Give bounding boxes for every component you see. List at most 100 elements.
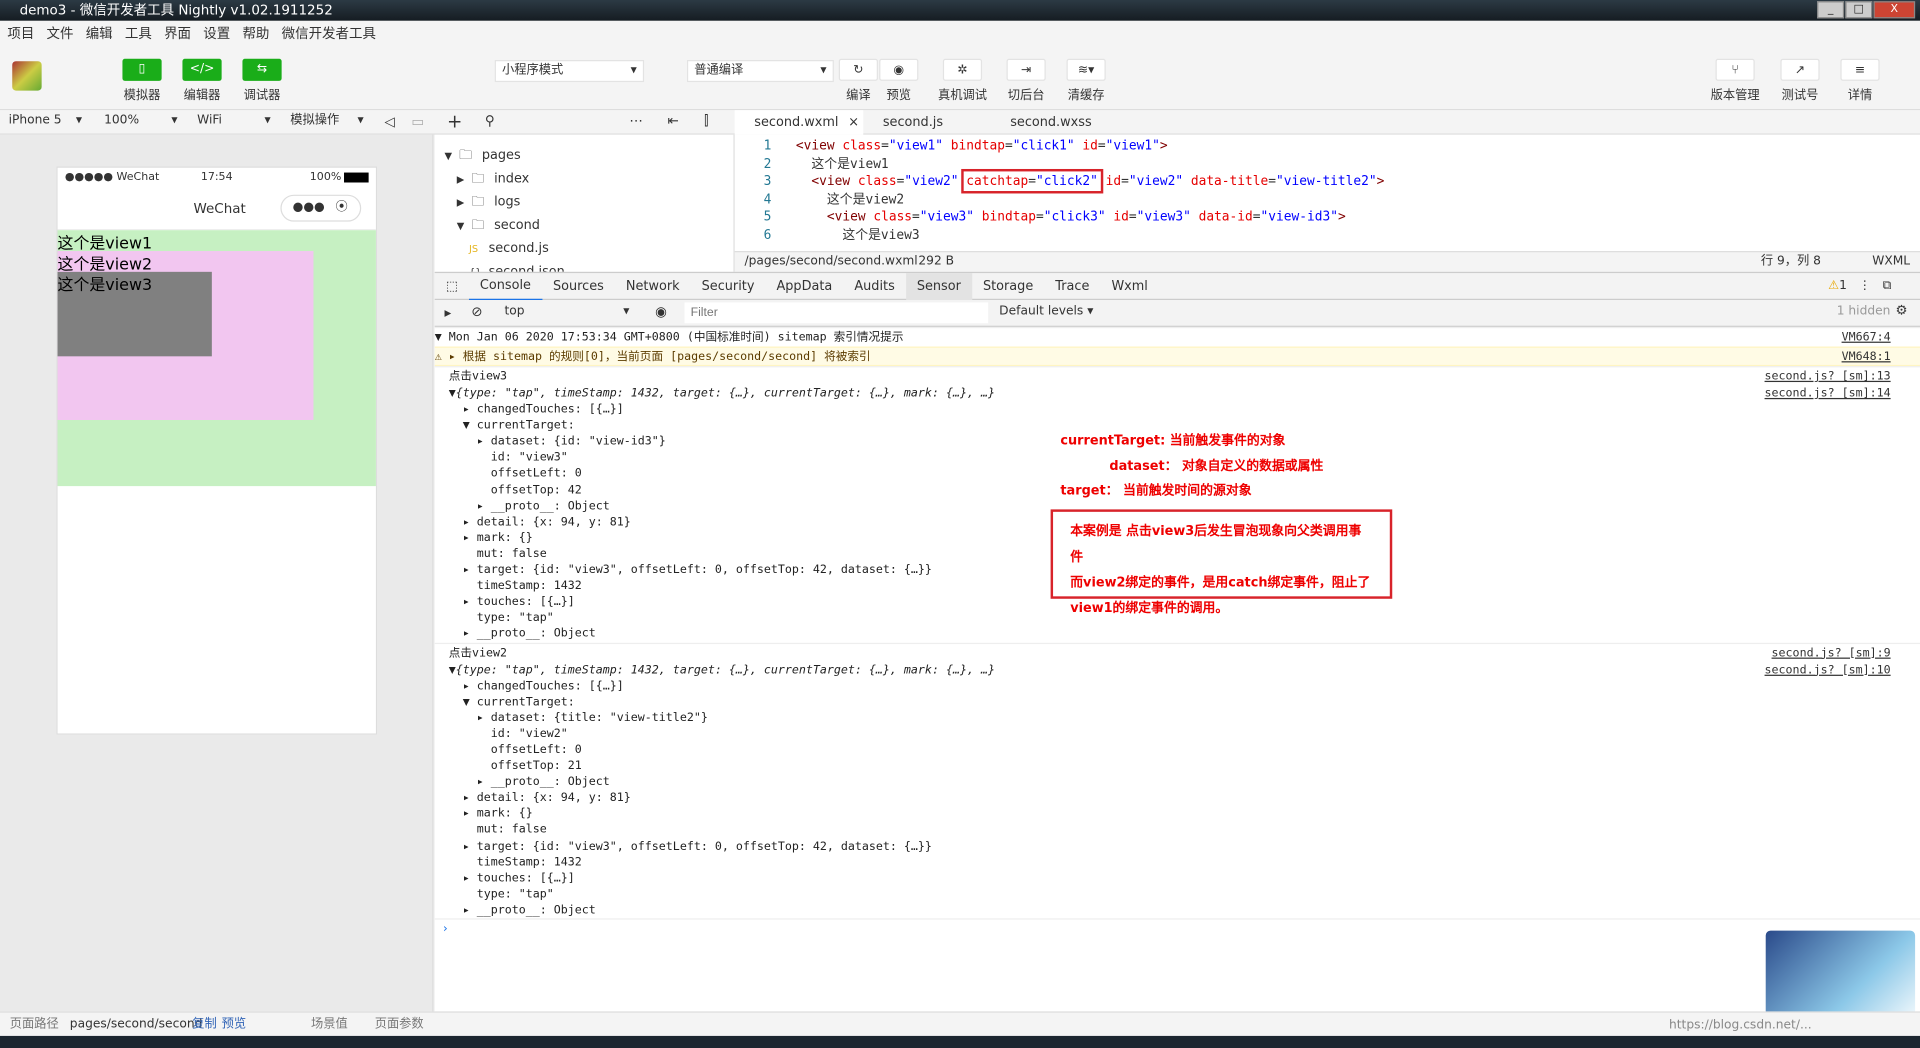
compile-mode-select[interactable]: 普通编译: [686, 60, 834, 83]
editor-tab[interactable]: second.js: [863, 110, 990, 134]
source-link[interactable]: second.js? [sm]:10: [1765, 662, 1891, 678]
devtools-tab-console[interactable]: Console: [468, 271, 542, 301]
zoom-select[interactable]: 100%: [98, 111, 184, 133]
context-select[interactable]: top: [498, 302, 635, 324]
clear-console-icon[interactable]: ⊘: [471, 304, 482, 320]
devtools-tab-storage[interactable]: Storage: [972, 272, 1044, 299]
test-account-button[interactable]: ↗ 测试号: [1769, 47, 1830, 103]
view2[interactable]: 这个是view2 这个是view3: [57, 251, 314, 421]
devtools-tab-security[interactable]: Security: [691, 272, 766, 299]
menu-item[interactable]: 文件: [47, 21, 74, 47]
warning-count[interactable]: ⚠1 ⋮ ⧉: [1828, 279, 1891, 292]
editor-tab[interactable]: second.wxml ×: [734, 110, 864, 135]
console-line[interactable]: ▸ detail: {x: 94, y: 81}: [435, 790, 1920, 806]
tree-item[interactable]: ▼ 🗀 second: [435, 214, 734, 237]
devtools-tab-wxml[interactable]: Wxml: [1100, 272, 1158, 299]
console-line[interactable]: ▸ dataset: {title: "view-title2"}: [435, 710, 1920, 726]
console-line[interactable]: timeStamp: 1432: [435, 854, 1920, 870]
console-line[interactable]: ▸ __proto__: Object: [435, 774, 1920, 790]
menu-item[interactable]: 编辑: [86, 21, 113, 47]
split-icon[interactable]: ⫿: [704, 113, 708, 130]
menu-item[interactable]: 帮助: [242, 21, 269, 47]
capsule-button[interactable]: ●●● ⦿: [280, 194, 362, 222]
network-select[interactable]: WiFi: [191, 111, 277, 133]
console-line[interactable]: 点击view3 second.js? [sm]:13: [434, 366, 1920, 387]
devtools-tab-sources[interactable]: Sources: [542, 272, 615, 299]
console-line[interactable]: ›: [434, 918, 1920, 938]
simulator-button[interactable]: ▯ 模拟器: [111, 47, 172, 103]
source-link[interactable]: second.js? [sm]:14: [1765, 386, 1891, 402]
editor-button[interactable]: </> 编辑器: [171, 47, 232, 103]
source-link[interactable]: second.js? [sm]:13: [1765, 367, 1891, 387]
console-line[interactable]: ▼ Mon Jan 06 2020 17:53:34 GMT+0800 (中国标…: [434, 326, 1920, 348]
console-line[interactable]: mut: false: [435, 822, 1920, 838]
filter-input[interactable]: [684, 302, 989, 324]
real-debug-button[interactable]: ✲ 真机调试: [932, 47, 993, 103]
devtools-tab-sensor[interactable]: Sensor: [905, 272, 972, 300]
console-line[interactable]: ⚠ ▸ 根据 sitemap 的规则[0]，当前页面 [pages/second…: [434, 346, 1920, 368]
page-params[interactable]: 页面参数: [375, 1013, 424, 1036]
console-line[interactable]: type: "tap": [435, 886, 1920, 902]
tree-item[interactable]: JS second.js: [435, 238, 734, 261]
volume-icon[interactable]: ◁: [384, 114, 394, 130]
copy-link[interactable]: 复制: [192, 1013, 216, 1036]
view3[interactable]: 这个是view3: [57, 271, 212, 357]
clear-cache-button[interactable]: ≋▾ 清缓存: [1056, 47, 1117, 103]
operation-select[interactable]: 模拟操作: [284, 111, 370, 133]
menu-item[interactable]: 界面: [164, 21, 191, 47]
sidebar-toggle-icon[interactable]: ▸: [444, 305, 451, 321]
debugger-button[interactable]: ⇆ 调试器: [231, 47, 292, 103]
console-line[interactable]: offsetTop: 21: [435, 758, 1920, 774]
menu-item[interactable]: 项目: [7, 21, 34, 47]
console-line[interactable]: ▸ changedTouches: [{…}]: [435, 678, 1920, 694]
editor-tab[interactable]: second.wxss: [991, 110, 1113, 134]
source-link[interactable]: VM667:4: [1842, 328, 1891, 348]
tree-item[interactable]: ▼ 🗀 pages: [435, 144, 734, 167]
version-button[interactable]: ⑂ 版本管理: [1704, 47, 1765, 103]
console-line[interactable]: ▸ touches: [{…}]: [435, 870, 1920, 886]
minimize-button[interactable]: _: [1817, 1, 1845, 19]
background-button[interactable]: ⇥ 切后台: [996, 47, 1057, 103]
mode-select[interactable]: 小程序模式: [494, 60, 645, 83]
preview-link[interactable]: 预览: [222, 1013, 246, 1036]
source-link[interactable]: second.js? [sm]:9: [1772, 643, 1891, 663]
more-icon[interactable]: ⋯: [629, 113, 642, 129]
console-line[interactable]: ▸ mark: {}: [435, 806, 1920, 822]
tree-item[interactable]: ▶ 🗀 index: [435, 168, 734, 191]
console-line[interactable]: ▼{type: "tap", timeStamp: 1432, target: …: [435, 386, 1920, 402]
close-capsule-icon[interactable]: ⦿: [336, 196, 348, 220]
eye-icon[interactable]: ◉: [655, 304, 667, 320]
console-line[interactable]: ▼{type: "tap", timeStamp: 1432, target: …: [435, 662, 1920, 678]
add-icon[interactable]: +: [447, 110, 462, 132]
console-line[interactable]: id: "view2": [435, 726, 1920, 742]
close-button[interactable]: X: [1873, 1, 1916, 19]
window-icon[interactable]: ▭: [411, 114, 424, 130]
devtools-tab-audits[interactable]: Audits: [843, 272, 905, 299]
menu-item[interactable]: 工具: [125, 21, 152, 47]
more-icon[interactable]: ●●●: [293, 196, 325, 220]
devtools-tab-network[interactable]: Network: [615, 272, 691, 299]
inspect-icon[interactable]: ⬚: [435, 272, 469, 299]
close-tab-icon[interactable]: ×: [848, 115, 859, 130]
console-line[interactable]: ▸ __proto__: Object: [435, 626, 1920, 642]
scene-value[interactable]: 场景值: [311, 1013, 348, 1036]
code-editor[interactable]: 1 <view class="view1" bindtap="click1" id…: [734, 134, 1920, 252]
console-line[interactable]: ▸ changedTouches: [{…}]: [435, 402, 1920, 418]
source-link[interactable]: VM648:1: [1842, 348, 1891, 368]
log-levels-select[interactable]: Default levels ▾: [999, 305, 1093, 318]
details-button[interactable]: ≡ 详情: [1829, 47, 1890, 103]
tree-item[interactable]: {}second.json: [435, 261, 734, 271]
tree-item[interactable]: ▶ 🗀 logs: [435, 191, 734, 214]
gear-icon[interactable]: ⚙: [1896, 302, 1908, 318]
maximize-button[interactable]: □: [1845, 1, 1873, 19]
preview-button[interactable]: ◉ 预览: [868, 47, 929, 103]
devtools-tab-appdata[interactable]: AppData: [765, 272, 843, 299]
menu-item[interactable]: 设置: [203, 21, 230, 47]
console-line[interactable]: ▸ target: {id: "view3", offsetLeft: 0, o…: [435, 838, 1920, 854]
console-line[interactable]: 点击view2 second.js? [sm]:9: [434, 642, 1920, 663]
console-line[interactable]: ▼ currentTarget:: [435, 694, 1920, 710]
device-select[interactable]: iPhone 5: [2, 111, 88, 133]
collapse-icon[interactable]: ⇤: [667, 113, 678, 129]
view1[interactable]: 这个是view1 这个是view2 这个是view3: [57, 230, 376, 487]
language-mode[interactable]: WXML: [1872, 252, 1910, 272]
